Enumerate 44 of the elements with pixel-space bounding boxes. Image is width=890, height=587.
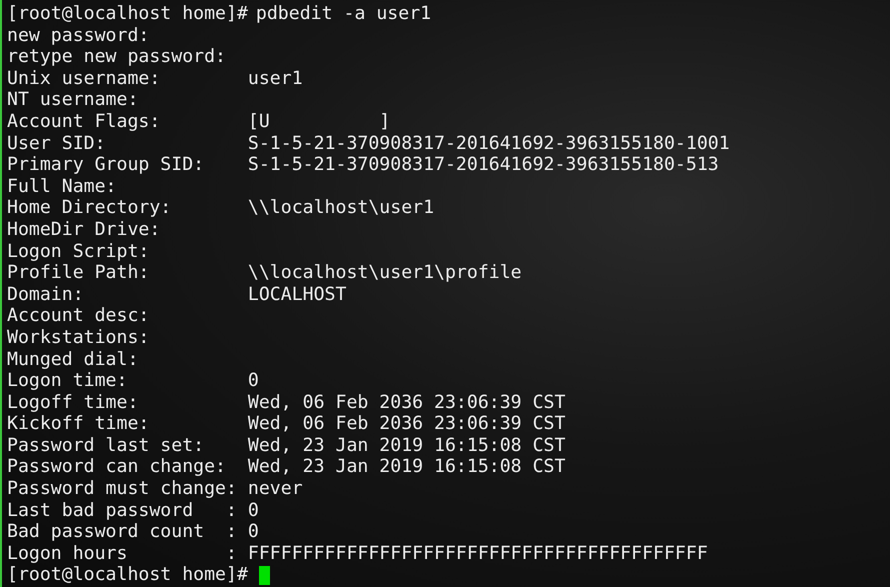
field-label: HomeDir Drive: (7, 218, 160, 241)
field-value: Wed, 23 Jan 2019 16:15:08 CST (248, 434, 566, 456)
field-value: \\localhost\user1\profile (248, 262, 522, 284)
field-label: Full Name: (7, 176, 116, 198)
field-value: Wed, 06 Feb 2036 23:06:39 CST (248, 413, 566, 435)
field-value: 0 (248, 370, 259, 392)
field-value: 0 (248, 500, 259, 522)
field-value: [U ] (248, 110, 390, 133)
field-label: Bad password count : (7, 521, 238, 543)
field-label: Unix username: (7, 68, 162, 90)
field-label: Account desc: (7, 305, 150, 327)
field-value: \\localhost\user1 (248, 197, 434, 219)
field-value: Wed, 23 Jan 2019 16:15:08 CST (248, 456, 566, 478)
shell-prompt: [root@localhost home]# (7, 564, 248, 586)
field-label: Password last set: (7, 434, 206, 456)
field-value: FFFFFFFFFFFFFFFFFFFFFFFFFFFFFFFFFFFFFFFFFF (248, 542, 708, 564)
field-value: user1 (248, 68, 303, 90)
field-label: Last bad password : (7, 500, 238, 522)
field-value: S-1-5-21-370908317-201641692-3963155180-1001 (248, 132, 730, 154)
field-label: Logoff time: (7, 392, 140, 414)
field-label: Home Directory: (7, 197, 172, 219)
field-label: Logon time: (7, 370, 128, 392)
field-label: retype new password: (7, 46, 226, 68)
field-label: Account Flags: (7, 110, 162, 133)
shell-prompt: [root@localhost home]# (7, 3, 248, 25)
field-label: NT username: (7, 89, 138, 111)
field-value: 0 (248, 521, 259, 543)
field-value: Wed, 06 Feb 2036 23:06:39 CST (248, 392, 566, 414)
command-text: pdbedit -a user1 (256, 3, 432, 25)
field-label: Kickoff time: (7, 413, 150, 435)
field-label: Password must change: (7, 478, 238, 500)
field-label: new password: (7, 24, 150, 46)
field-label: Logon Script: (7, 240, 150, 262)
field-label: Primary Group SID: (7, 154, 206, 176)
field-value: LOCALHOST (248, 284, 346, 306)
field-label: Munged dial: (7, 348, 138, 370)
field-value: never (248, 478, 303, 500)
field-label: Password can change: (7, 456, 227, 478)
field-label: Logon hours : (7, 542, 238, 564)
field-label: Domain: (7, 284, 85, 306)
field-label: Workstations: (7, 326, 150, 348)
field-value: S-1-5-21-370908317-201641692-3963155180-513 (248, 154, 719, 176)
field-label: Profile Path: (7, 262, 150, 284)
field-label: User SID: (7, 132, 107, 154)
